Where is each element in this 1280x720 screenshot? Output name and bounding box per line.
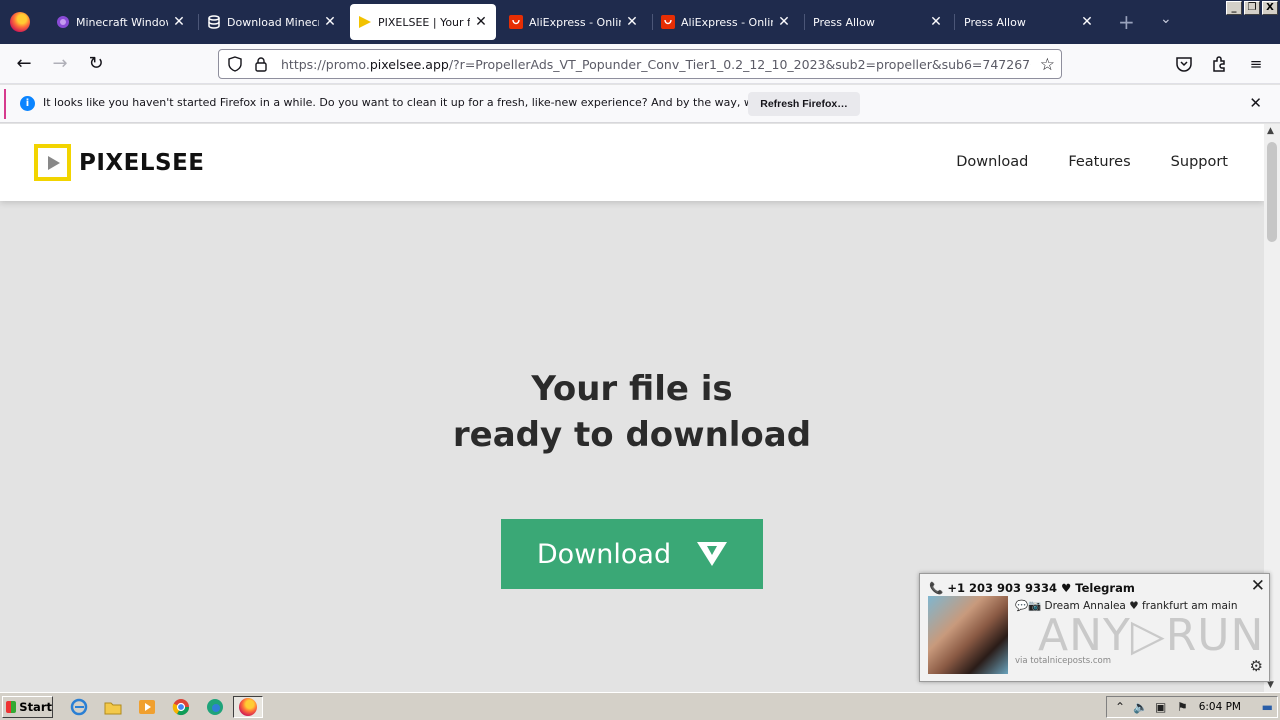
scroll-up-arrow-icon[interactable]: ▲ xyxy=(1267,126,1274,136)
navigation-toolbar: ← → ↻ https://promo.pixelsee.app/?r=Prop… xyxy=(0,44,1280,84)
refresh-firefox-button[interactable]: Refresh Firefox… xyxy=(748,92,860,116)
nav-link-features[interactable]: Features xyxy=(1068,154,1130,170)
hero-title: Your file is ready to download xyxy=(452,369,812,455)
url-bar[interactable]: https://promo.pixelsee.app/?r=PropellerA… xyxy=(218,49,1062,79)
pocket-icon[interactable] xyxy=(1174,54,1194,74)
tab-aliexpress-2[interactable]: AliExpress - Online S ✕ xyxy=(653,4,799,40)
action-center-flag-icon[interactable]: ⚑ xyxy=(1177,700,1188,714)
tab-press-allow-1[interactable]: Press Allow ✕ xyxy=(805,4,951,40)
window-controls: _ ❐ X xyxy=(1226,1,1278,15)
pixelsee-logo[interactable]: PIXELSEE xyxy=(34,144,205,181)
tab-close-icon[interactable]: ✕ xyxy=(172,14,186,30)
ad-close-icon[interactable]: ✕ xyxy=(1251,576,1265,596)
ad-body-text: 💬📷 Dream Annalea ♥ frankfurt am main xyxy=(1015,600,1238,612)
clock[interactable]: 6:04 PM xyxy=(1199,701,1241,713)
windows-taskbar: Start ⌃ 🔈 ▣ ⚑ 6:04 PM ▬ xyxy=(0,692,1280,720)
reload-icon[interactable]: ↻ xyxy=(86,54,106,74)
internet-explorer-icon[interactable] xyxy=(70,698,88,716)
extensions-puzzle-icon[interactable] xyxy=(1210,54,1230,74)
tab-close-icon[interactable]: ✕ xyxy=(323,14,337,30)
close-icon[interactable]: ✕ xyxy=(1249,94,1262,112)
edge-icon[interactable] xyxy=(206,698,224,716)
new-tab-icon[interactable]: + xyxy=(1118,10,1135,34)
tab-close-icon[interactable]: ✕ xyxy=(777,14,791,30)
folder-icon[interactable] xyxy=(104,698,122,716)
nav-link-support[interactable]: Support xyxy=(1171,154,1228,170)
logo-play-icon xyxy=(34,144,71,181)
tracking-protection-shield-icon[interactable] xyxy=(227,56,243,72)
tab-close-icon[interactable]: ✕ xyxy=(625,14,639,30)
nav-link-download[interactable]: Download xyxy=(956,154,1028,170)
hamburger-menu-icon[interactable]: ≡ xyxy=(1246,54,1266,74)
tab-close-icon[interactable]: ✕ xyxy=(474,14,488,30)
ad-title: 📞 +1 203 903 9334 ♥ Telegram xyxy=(929,581,1135,595)
tab-pixelsee[interactable]: PIXELSEE | Your file ✕ xyxy=(350,4,496,40)
tab-download-minecraft[interactable]: Download Minecraft ✕ xyxy=(199,4,345,40)
firefox-logo-icon[interactable] xyxy=(10,12,30,32)
restore-button[interactable]: ❐ xyxy=(1244,1,1260,15)
download-button[interactable]: Download xyxy=(501,519,763,589)
minimize-button[interactable]: _ xyxy=(1226,1,1242,15)
info-icon: i xyxy=(20,96,35,111)
speaker-icon[interactable]: 🔈 xyxy=(1133,700,1148,714)
chrome-icon[interactable] xyxy=(172,698,190,716)
tab-strip: Minecraft Windows ✕ Download Minecraft ✕… xyxy=(0,0,1280,44)
ad-source: via totalniceposts.com xyxy=(1015,656,1112,666)
site-nav: Download Features Support xyxy=(956,154,1228,170)
aliexpress-icon xyxy=(509,15,523,29)
start-button[interactable]: Start xyxy=(2,696,53,718)
lock-icon[interactable] xyxy=(253,56,269,72)
database-icon xyxy=(208,15,220,29)
pixelsee-play-icon xyxy=(359,16,371,28)
tray-expand-chevron-up-icon[interactable]: ⌃ xyxy=(1115,700,1125,714)
firefox-icon[interactable] xyxy=(239,698,257,716)
notification-message: It looks like you haven't started Firefo… xyxy=(43,96,827,109)
forward-arrow-icon[interactable]: → xyxy=(50,54,70,74)
aliexpress-icon xyxy=(661,15,675,29)
bookmark-star-icon[interactable]: ☆ xyxy=(1040,55,1055,75)
site-header: PIXELSEE Download Features Support xyxy=(0,124,1264,201)
network-icon[interactable]: ▣ xyxy=(1155,700,1166,714)
close-button[interactable]: X xyxy=(1262,1,1278,15)
media-player-icon[interactable] xyxy=(138,698,156,716)
back-arrow-icon[interactable]: ← xyxy=(14,54,34,74)
tab-separator xyxy=(954,14,955,30)
refresh-firefox-notification: i It looks like you haven't started Fire… xyxy=(0,85,1280,123)
ad-popup[interactable]: 📞 +1 203 903 9334 ♥ Telegram ✕ 💬📷 Dream … xyxy=(919,573,1270,682)
tab-press-allow-2[interactable]: Press Allow ✕ xyxy=(956,4,1102,40)
list-all-tabs-chevron-down-icon[interactable]: ⌄ xyxy=(1160,11,1172,27)
download-arrow-icon xyxy=(697,542,728,566)
tab-close-icon[interactable]: ✕ xyxy=(1080,14,1094,30)
tab-close-icon[interactable]: ✕ xyxy=(929,14,943,30)
show-desktop-icon[interactable]: ▬ xyxy=(1262,700,1273,714)
system-tray: ⌃ 🔈 ▣ ⚑ 6:04 PM ▬ xyxy=(1106,696,1278,718)
tab-aliexpress-1[interactable]: AliExpress - Online S ✕ xyxy=(501,4,647,40)
ad-thumbnail-image[interactable] xyxy=(928,596,1008,674)
gear-icon[interactable]: ⚙ xyxy=(1250,657,1263,675)
curseforge-icon xyxy=(57,16,69,28)
scroll-thumb[interactable] xyxy=(1267,142,1277,242)
notification-accent-bar xyxy=(4,89,6,119)
tab-minecraft-windows[interactable]: Minecraft Windows ✕ xyxy=(48,4,194,40)
windows-flag-icon xyxy=(6,701,17,713)
url-text[interactable]: https://promo.pixelsee.app/?r=PropellerA… xyxy=(281,57,1031,72)
